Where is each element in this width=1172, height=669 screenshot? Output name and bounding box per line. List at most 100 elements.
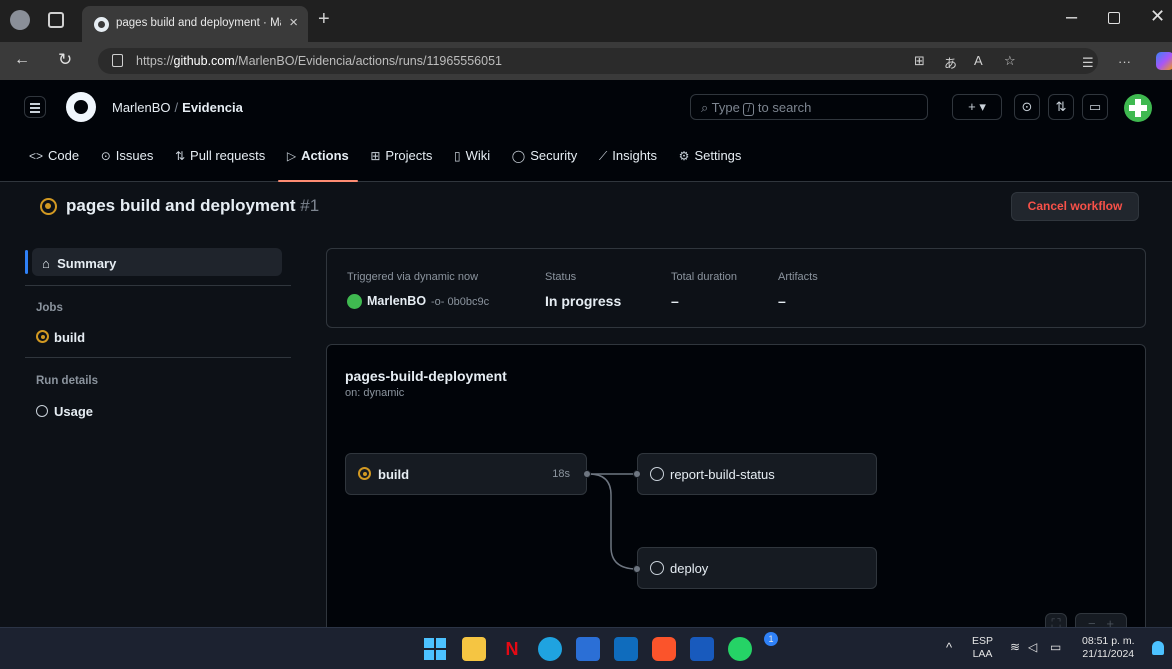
play-icon: ▷ (286, 149, 297, 163)
code-icon: <> (29, 149, 44, 163)
tab-issues[interactable]: ⊙ Issues (92, 146, 163, 182)
notifications-bell-icon[interactable] (1152, 641, 1164, 655)
app-available-icon[interactable]: ⊞ (914, 53, 925, 69)
tab-code[interactable]: <> Code (20, 146, 88, 182)
sidebar-item-usage[interactable]: Usage (54, 404, 93, 419)
repo-link[interactable]: Evidencia (182, 100, 243, 115)
url-text: https://github.com/MarlenBO/Evidencia/ac… (136, 54, 502, 68)
in-progress-icon (40, 198, 57, 215)
tab-wiki[interactable]: ▯ Wiki (445, 146, 499, 182)
user-avatar[interactable] (1124, 94, 1152, 122)
job-label: report-build-status (670, 467, 775, 482)
word-icon[interactable] (690, 637, 714, 661)
battery-icon[interactable]: ▭ (1050, 641, 1061, 654)
graph-icon: ⟋ (598, 149, 608, 163)
wifi-icon[interactable]: ≋ (1010, 641, 1020, 654)
browser-tab-bar: pages build and deployment · Ma × + – ✕ (0, 0, 1172, 42)
artifacts-value: – (778, 293, 786, 309)
netflix-icon[interactable]: N (500, 637, 524, 661)
favorites-bar-icon[interactable]: ☰ (1082, 55, 1094, 71)
owner-link[interactable]: MarlenBO (112, 100, 171, 115)
job-node-build[interactable]: build 18s (345, 453, 587, 495)
book-icon: ▯ (454, 149, 461, 163)
create-new-button[interactable]: + ▾ (952, 94, 1002, 120)
browser-tab[interactable]: pages build and deployment · Ma × (82, 6, 308, 42)
whatsapp-icon[interactable] (728, 637, 752, 661)
issues-icon[interactable]: ⊙ (1014, 94, 1040, 120)
duration-value: – (671, 293, 679, 309)
connector-port (583, 470, 591, 478)
github-header: MarlenBO / Evidencia ⌕ Type / to search + … (0, 80, 1172, 182)
tab-settings[interactable]: ⚙ Settings (670, 146, 751, 182)
language-indicator[interactable]: ESP LAA (972, 635, 993, 661)
commit-link[interactable]: -o- 0b0bc9c (431, 296, 489, 308)
window-minimize-button[interactable]: – (1066, 6, 1077, 29)
job-node-deploy[interactable]: deploy (637, 547, 877, 589)
menu-hamburger-icon[interactable] (24, 96, 46, 118)
job-label: deploy (670, 561, 709, 576)
profile-avatar[interactable] (10, 10, 30, 30)
in-progress-icon (36, 330, 49, 343)
pull-requests-icon[interactable]: ⇅ (1048, 94, 1074, 120)
more-options-icon[interactable]: ··· (1118, 54, 1131, 69)
tab-projects[interactable]: ⊞ Projects (361, 146, 441, 182)
tab-pull-requests[interactable]: ⇅ Pull requests (166, 146, 274, 182)
workflow-graph: pages-build-deployment on: dynamic build… (326, 344, 1146, 644)
sidebar-item-build[interactable]: build (54, 330, 85, 345)
tab-actions-icon[interactable] (48, 12, 64, 28)
windows-start-icon[interactable] (424, 638, 446, 660)
job-label: build (378, 467, 410, 482)
queued-circle-icon (650, 467, 664, 481)
status-label: Status (545, 271, 577, 283)
tab-security[interactable]: ◯ Security (503, 146, 586, 182)
status-value: In progress (545, 293, 622, 309)
favorite-star-icon[interactable]: ☆ (1004, 53, 1016, 69)
job-node-report-build-status[interactable]: report-build-status (637, 453, 877, 495)
connector-port (633, 565, 641, 573)
github-logo-icon[interactable] (66, 92, 96, 122)
gear-icon: ⚙ (678, 149, 690, 163)
volume-icon[interactable]: ◁ (1028, 641, 1037, 654)
cancel-workflow-button[interactable]: Cancel workflow (1011, 192, 1139, 221)
lock-icon[interactable] (112, 54, 123, 67)
sidebar-active-indicator (25, 250, 28, 274)
clock-datetime[interactable]: 08:51 p. m. 21/11/2024 (1082, 635, 1135, 661)
actor-avatar (347, 294, 362, 309)
notification-badge: 1 (764, 632, 778, 646)
run-details-heading: Run details (36, 375, 98, 387)
back-arrow-icon[interactable]: ← (14, 51, 30, 69)
search-input[interactable]: ⌕ Type / to search (690, 94, 928, 120)
url-field[interactable]: https://github.com/MarlenBO/Evidencia/ac… (98, 48, 1098, 74)
windows-taskbar: N 1 ^ ESP LAA ≋ ◁ ▭ 08:51 p. m. 21/11/2024 (0, 627, 1172, 669)
new-tab-button[interactable]: + (318, 8, 330, 31)
show-hidden-icons-button[interactable]: ^ (946, 641, 952, 654)
outlook-icon[interactable] (614, 637, 638, 661)
sidebar-summary-label: ⌂ Summary (42, 256, 117, 271)
actor-link[interactable]: MarlenBO (367, 294, 426, 308)
triggered-label: Triggered via dynamic now (347, 271, 479, 283)
tab-actions[interactable]: ▷ Actions (277, 146, 358, 182)
tab-insights[interactable]: ⟋ Insights (590, 146, 666, 182)
repo-breadcrumb: MarlenBO / Evidencia (112, 100, 243, 115)
window-close-button[interactable]: ✕ (1150, 6, 1165, 27)
stopwatch-icon (36, 405, 48, 417)
reload-icon[interactable]: ↻ (58, 50, 72, 70)
read-aloud-icon[interactable]: A (974, 53, 983, 68)
divider (25, 285, 291, 286)
inbox-icon[interactable]: ▭ (1082, 94, 1108, 120)
copilot-icon[interactable] (1156, 52, 1172, 70)
divider (25, 357, 291, 358)
issue-icon: ⊙ (100, 149, 111, 163)
browser-tab-title: pages build and deployment · Ma (116, 17, 281, 29)
connector-build-deploy (588, 473, 638, 570)
brave-browser-icon[interactable] (652, 637, 676, 661)
file-explorer-icon[interactable] (462, 637, 486, 661)
store-icon[interactable] (576, 637, 600, 661)
job-duration: 18s (552, 468, 570, 480)
window-maximize-button[interactable] (1108, 12, 1120, 24)
tab-close-icon[interactable]: × (289, 14, 298, 31)
pull-request-icon: ⇅ (174, 149, 186, 163)
translate-icon[interactable]: あ (944, 53, 957, 72)
run-summary-card: Triggered via dynamic now MarlenBO -o- 0… (326, 248, 1146, 328)
edge-browser-icon[interactable] (538, 637, 562, 661)
